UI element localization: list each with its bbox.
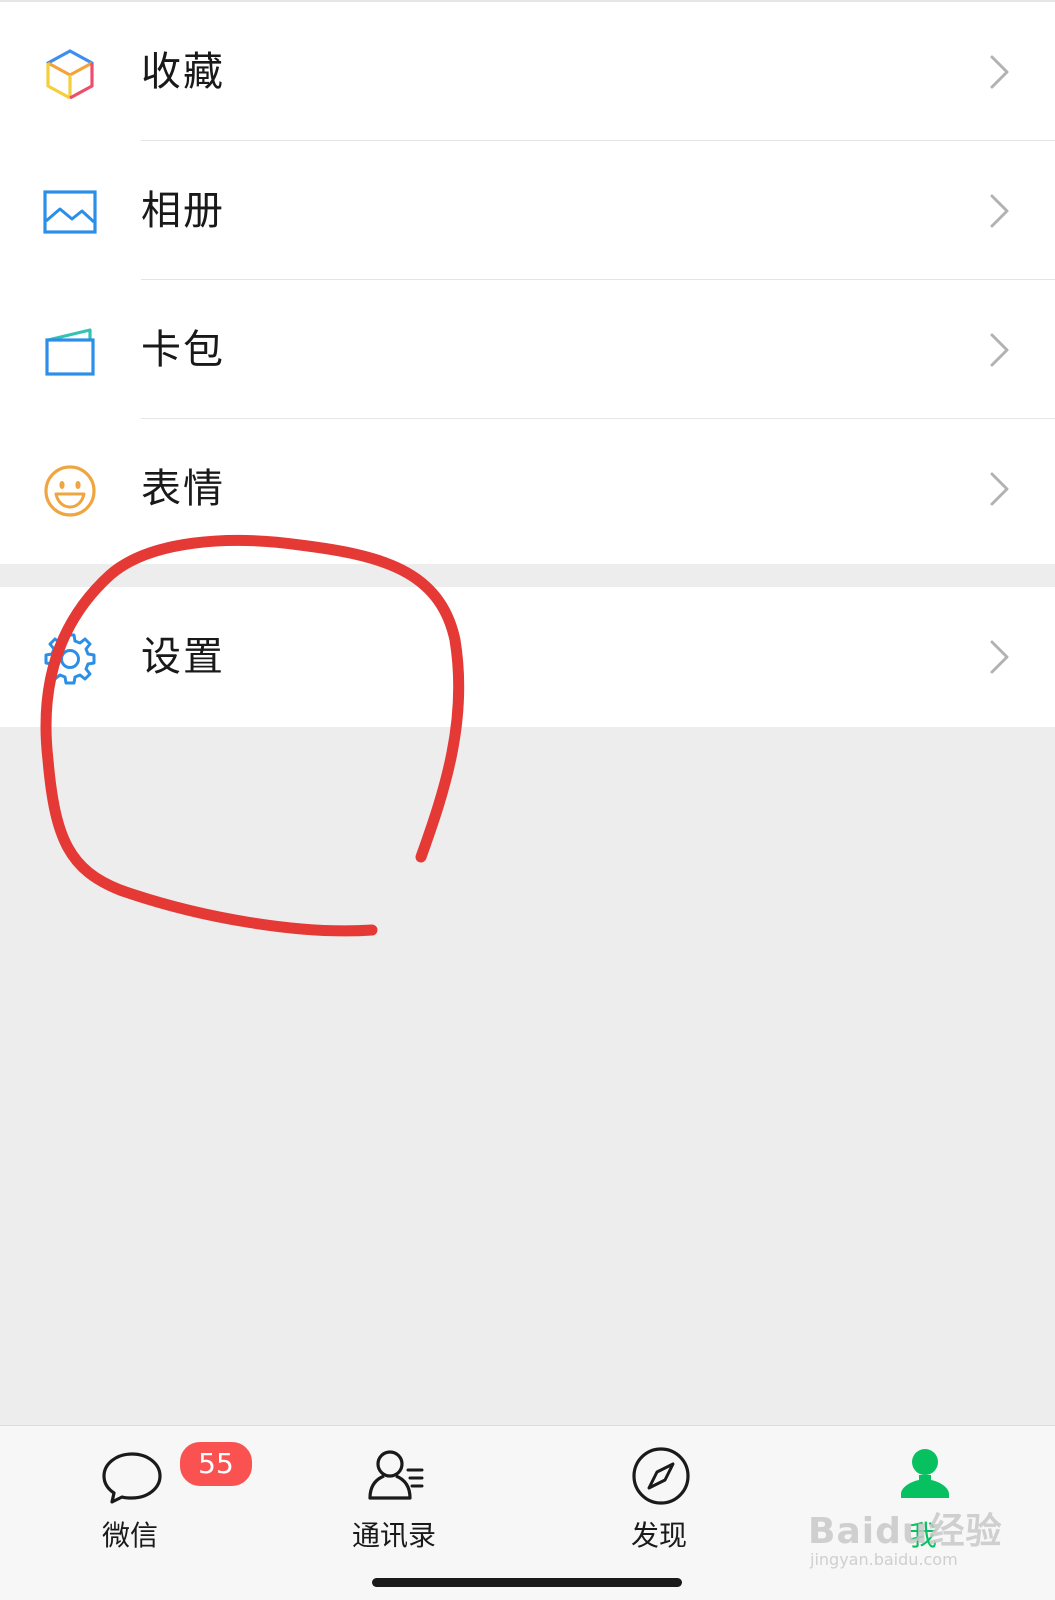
chevron-right-icon [988, 332, 1012, 368]
compass-icon [629, 1444, 693, 1508]
chat-bubble-icon [100, 1444, 164, 1508]
me-page: 收藏 相册 卡包 表情 设置 55 微信 通讯录 发现 我 Baidu经验 ji… [0, 0, 1055, 1600]
chevron-right-icon [988, 193, 1012, 229]
chevron-right-icon [988, 471, 1012, 507]
menu-item-label: 卡包 [141, 327, 225, 373]
menu-item-label: 相册 [141, 188, 225, 234]
tab-label: 发现 [630, 1519, 687, 1552]
tab-contacts[interactable]: 通讯录 [294, 1426, 494, 1566]
unread-badge: 55 [178, 1440, 254, 1488]
tab-chats[interactable]: 55 微信 [30, 1426, 254, 1566]
menu-group: 收藏 相册 卡包 表情 [0, 0, 1055, 564]
tab-label: 通讯录 [351, 1519, 436, 1552]
menu-item-label: 表情 [141, 466, 225, 512]
tab-me[interactable]: 我 [823, 1426, 1023, 1566]
album-image-icon [42, 185, 98, 241]
tab-label: 我 [908, 1519, 937, 1552]
menu-item-card-wallet[interactable]: 卡包 [0, 280, 1055, 420]
menu-item-settings[interactable]: 设置 [0, 587, 1055, 727]
tab-bar: 55 微信 通讯录 发现 我 [0, 1425, 1055, 1600]
menu-item-label: 设置 [141, 634, 225, 680]
settings-group: 设置 [0, 587, 1055, 727]
card-wallet-icon [42, 324, 98, 380]
favorites-cube-icon [42, 46, 98, 102]
menu-item-stickers[interactable]: 表情 [0, 419, 1055, 559]
me-person-icon [893, 1444, 957, 1508]
chevron-right-icon [988, 639, 1012, 675]
home-indicator[interactable] [372, 1578, 682, 1587]
contacts-icon [364, 1444, 428, 1508]
sticker-smiley-icon [42, 463, 98, 519]
tab-discover[interactable]: 发现 [559, 1426, 759, 1566]
chevron-right-icon [988, 54, 1012, 90]
tab-label: 微信 [101, 1519, 158, 1552]
gear-icon [42, 631, 98, 687]
menu-item-label: 收藏 [141, 49, 225, 95]
menu-item-album[interactable]: 相册 [0, 141, 1055, 281]
menu-item-favorites[interactable]: 收藏 [0, 2, 1055, 142]
